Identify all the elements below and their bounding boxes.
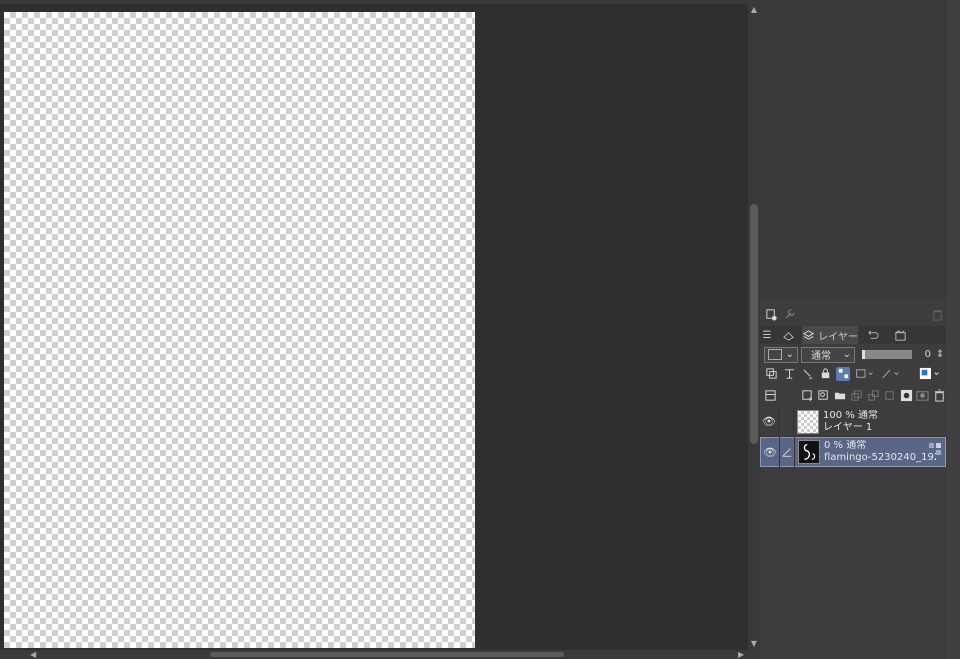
transfer-down-icon[interactable] xyxy=(850,389,863,403)
delete-layer-icon[interactable] xyxy=(933,389,946,403)
mask-enable-icon[interactable] xyxy=(854,367,876,381)
tab-layer[interactable]: レイヤー xyxy=(802,326,858,344)
upper-palette-area xyxy=(760,0,946,300)
scroll-left-arrow[interactable]: ◀ xyxy=(30,650,36,659)
layer-row-selected[interactable]: 👁 0 % 通常 flamingo-5230240_1920 xyxy=(760,437,946,467)
scroll-down-arrow[interactable]: ▼ xyxy=(748,638,760,650)
layer-panel-settings-icon[interactable] xyxy=(764,389,777,403)
lock-icon[interactable] xyxy=(818,367,832,381)
layer-name: レイヤー 1 xyxy=(823,421,873,433)
tab-animation[interactable] xyxy=(886,326,914,344)
palette-tabs: ☰ レイヤー xyxy=(760,326,946,344)
layer-command-row xyxy=(760,386,946,405)
new-vector-layer-icon[interactable] xyxy=(817,389,830,403)
eye-icon[interactable]: 👁 xyxy=(760,415,778,428)
layer-thumbnail xyxy=(797,409,819,434)
edit-target-cell[interactable] xyxy=(778,406,794,437)
horizontal-scroll-thumb[interactable] xyxy=(210,652,564,657)
navigator-controls xyxy=(0,651,28,659)
chevron-down-icon: ⌄ xyxy=(785,349,794,360)
chevron-down-icon: ⌄ xyxy=(842,349,851,360)
layer-list: 👁 100 % 通常 レイヤー 1 👁 0 % 通常 flamingo-5230… xyxy=(760,406,946,467)
opacity-slider[interactable] xyxy=(862,350,912,359)
eye-icon[interactable]: 👁 xyxy=(761,446,779,459)
panel-gutter xyxy=(946,0,960,659)
palette-menu-icon[interactable]: ☰ xyxy=(760,326,774,344)
layer-name: flamingo-5230240_1920 xyxy=(824,452,936,463)
reference-layer-icon[interactable] xyxy=(782,367,796,381)
layer-info: 100 % 通常 xyxy=(823,409,878,421)
layer-text: 100 % 通常 レイヤー 1 xyxy=(823,410,935,434)
layer-info: 0 % 通常 xyxy=(824,440,867,451)
pen-edit-icon[interactable] xyxy=(779,437,795,467)
draft-layer-icon[interactable] xyxy=(800,367,814,381)
combine-down-icon[interactable] xyxy=(867,389,880,403)
new-palette-icon[interactable] xyxy=(764,307,778,321)
vertical-scrollbar[interactable]: ▲ ▼ xyxy=(748,4,760,650)
layer-thumbnail xyxy=(798,440,820,464)
blend-row: ⌄ 通常 ⌄ 0 ⇕ xyxy=(760,345,946,364)
wrench-icon[interactable] xyxy=(782,307,796,321)
right-panel: ☰ レイヤー ⌄ 通常 ⌄ 0 ⇕ 👁 100 % 通常 レイヤー 1 👁 0 … xyxy=(760,0,960,659)
mask-icon[interactable] xyxy=(900,389,913,403)
layer-color-select[interactable] xyxy=(918,367,944,381)
horizontal-scrollbar[interactable]: ◀ ▶ xyxy=(0,650,760,659)
layer-row[interactable]: 👁 100 % 通常 レイヤー 1 xyxy=(760,406,946,437)
tab-history[interactable] xyxy=(858,326,886,344)
transparent-canvas-paper[interactable] xyxy=(4,12,475,648)
merge-icon[interactable] xyxy=(883,389,896,403)
clip-layer-icon[interactable] xyxy=(764,367,778,381)
vertical-scroll-thumb[interactable] xyxy=(750,204,758,444)
scroll-up-arrow[interactable]: ▲ xyxy=(748,4,760,16)
layers-icon xyxy=(803,329,815,340)
layer-text: 0 % 通常 flamingo-5230240_1920 xyxy=(824,440,936,464)
palette-toolbar xyxy=(760,304,946,324)
blend-mode-value: 通常 xyxy=(811,351,831,362)
opacity-stepper[interactable]: ⇕ xyxy=(936,348,944,362)
apply-mask-icon[interactable] xyxy=(916,389,929,403)
scroll-right-arrow[interactable]: ▶ xyxy=(738,650,744,659)
ruler-range-icon[interactable] xyxy=(880,367,902,381)
tab-layer-label: レイヤー xyxy=(818,331,858,343)
lock-transparent-icon[interactable] xyxy=(836,366,850,381)
layer-option-row xyxy=(760,364,946,383)
image-layer-icon xyxy=(928,441,942,455)
trash-icon[interactable] xyxy=(930,307,944,321)
opacity-value: 0 xyxy=(924,349,931,360)
new-raster-layer-icon[interactable] xyxy=(801,389,814,403)
tab-layer-property[interactable] xyxy=(774,326,802,344)
new-folder-icon[interactable] xyxy=(834,389,847,403)
canvas-area[interactable] xyxy=(0,4,748,650)
blend-mode-select[interactable]: 通常 ⌄ xyxy=(801,346,855,363)
color-swatch-select[interactable]: ⌄ xyxy=(764,346,798,363)
